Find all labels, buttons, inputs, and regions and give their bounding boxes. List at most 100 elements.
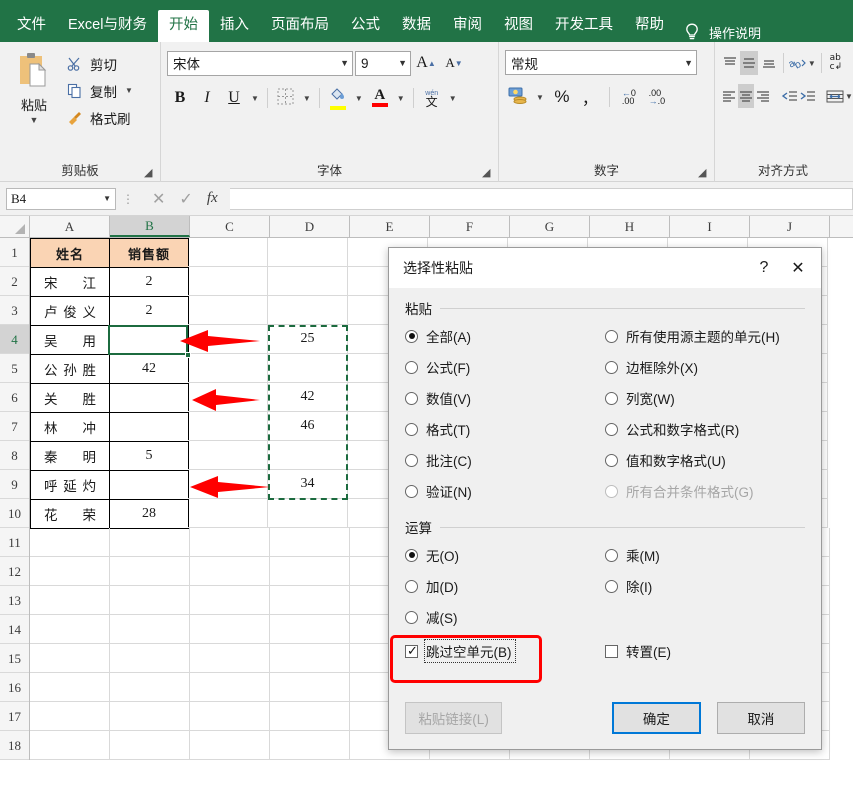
borders-dropdown-caret-icon[interactable]: ▼ [300,85,314,111]
cut-button[interactable]: 剪切 [62,51,137,76]
increase-decimal-button[interactable]: ←0.00 [616,84,642,110]
cell-A8[interactable]: 秦 明 [30,441,110,471]
cell-A5[interactable]: 公孙胜 [30,354,110,384]
cell-D8[interactable] [268,441,348,470]
cell-D16[interactable] [270,673,350,702]
phonetic-caret-icon[interactable]: ▼ [446,85,460,111]
cell-A10[interactable]: 花 荣 [30,499,110,529]
font-color-caret-icon[interactable]: ▼ [394,85,408,111]
cell-C13[interactable] [190,586,270,615]
paste-option-left-4[interactable]: 批注(C) [405,450,605,470]
cell-C7[interactable] [188,412,268,441]
column-header-B[interactable]: B [110,216,190,237]
font-name-combo[interactable]: 宋体 ▼ [167,50,353,76]
cell-C18[interactable] [190,731,270,760]
row-header-8[interactable]: 8 [0,441,29,470]
bold-button[interactable]: B [167,85,193,111]
merge-caret-icon[interactable]: ▼ [845,84,853,108]
dialog-help-button[interactable]: ? [747,253,781,283]
cell-D17[interactable] [270,702,350,731]
operation-option-right-0[interactable]: 乘(M) [605,545,805,565]
ribbon-tab-6[interactable]: 数据 [391,10,442,42]
cell-B11[interactable] [110,528,190,557]
cell-C11[interactable] [190,528,270,557]
wrap-text-button[interactable]: ab c↲ [827,51,845,75]
row-header-2[interactable]: 2 [0,267,29,296]
number-dialog-launcher-icon[interactable]: ◢ [698,166,710,179]
cell-B14[interactable] [110,615,190,644]
paste-option-right-1[interactable]: 边框除外(X) [605,357,805,377]
cell-B10[interactable]: 28 [109,499,189,529]
ribbon-tab-7[interactable]: 审阅 [442,10,493,42]
copy-dropdown-caret-icon[interactable]: ▼ [125,86,133,95]
accounting-format-button[interactable] [505,84,531,110]
merge-cells-button[interactable] [826,84,844,108]
row-header-17[interactable]: 17 [0,702,29,731]
cell-A2[interactable]: 宋 江 [30,267,110,297]
paste-option-left-0[interactable]: 全部(A) [405,326,605,346]
cell-D9[interactable]: 34 [268,470,348,499]
cell-C6[interactable] [188,383,268,412]
ribbon-tab-2[interactable]: 开始 [157,10,209,42]
number-format-combo[interactable]: 常规 ▼ [505,50,697,75]
comma-style-button[interactable]: ， [577,84,603,110]
font-size-combo[interactable]: 9 ▼ [355,50,411,76]
decrease-indent-button[interactable] [781,84,798,108]
ribbon-tab-3[interactable]: 插入 [209,10,260,42]
accounting-caret-icon[interactable]: ▼ [533,84,547,110]
cell-C5[interactable] [188,354,268,383]
align-middle-button[interactable] [740,51,759,75]
row-header-10[interactable]: 10 [0,499,29,528]
font-color-button[interactable]: A [367,85,393,111]
operation-option-left-2[interactable]: 减(S) [405,607,605,627]
paste-option-left-5[interactable]: 验证(N) [405,481,605,501]
operation-option-left-0[interactable]: 无(O) [405,545,605,565]
cell-A11[interactable] [30,528,110,557]
ok-button[interactable]: 确定 [612,702,701,734]
cell-C4[interactable] [188,325,268,354]
row-header-6[interactable]: 6 [0,383,29,412]
cell-B5[interactable]: 42 [109,354,189,384]
column-header-A[interactable]: A [30,216,110,237]
transpose-checkbox[interactable]: 转置(E) [605,641,671,661]
column-header-C[interactable]: C [190,216,270,237]
row-header-5[interactable]: 5 [0,354,29,383]
dialog-close-button[interactable]: ✕ [781,253,815,283]
cell-A1[interactable]: 姓名 [30,238,110,268]
column-header-E[interactable]: E [350,216,430,237]
column-header-D[interactable]: D [270,216,350,237]
paste-link-button[interactable]: 粘贴链接(L) [405,702,503,734]
cell-B6[interactable] [109,383,189,413]
cell-B18[interactable] [110,731,190,760]
row-header-1[interactable]: 1 [0,238,29,267]
orientation-caret-icon[interactable]: ▼ [808,51,816,75]
cell-C14[interactable] [190,615,270,644]
cell-B16[interactable] [110,673,190,702]
align-center-button[interactable] [738,84,754,108]
cell-B7[interactable] [109,412,189,442]
underline-dropdown-caret-icon[interactable]: ▼ [248,85,262,111]
cancel-button[interactable]: 取消 [716,702,805,734]
cell-D2[interactable] [268,267,348,296]
name-box-caret-icon[interactable]: ▼ [103,194,111,203]
cell-D3[interactable] [268,296,348,325]
ribbon-tab-9[interactable]: 开发工具 [544,10,624,42]
cell-A4[interactable]: 吴 用 [30,325,110,355]
cell-D5[interactable] [268,354,348,383]
paste-dropdown-caret-icon[interactable]: ▼ [30,116,39,125]
cell-C15[interactable] [190,644,270,673]
cell-C9[interactable] [188,470,268,499]
row-header-3[interactable]: 3 [0,296,29,325]
cell-A12[interactable] [30,557,110,586]
name-box[interactable]: B4 ▼ [6,187,116,210]
paste-option-right-0[interactable]: 所有使用源主题的单元(H) [605,326,805,346]
insert-function-icon[interactable]: fx [207,190,218,207]
borders-button[interactable] [273,85,299,111]
column-header-J[interactable]: J [750,216,830,237]
row-header-16[interactable]: 16 [0,673,29,702]
paste-option-right-2[interactable]: 列宽(W) [605,388,805,408]
italic-button[interactable]: I [194,85,220,111]
confirm-entry-icon[interactable]: ✓ [179,189,192,209]
cell-B12[interactable] [110,557,190,586]
align-right-button[interactable] [755,84,771,108]
